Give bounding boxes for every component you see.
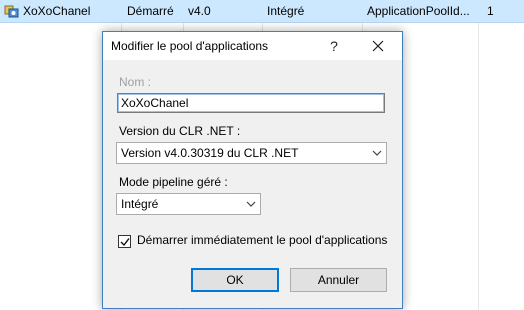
pool-pipeline-cell: Intégré bbox=[267, 4, 305, 18]
chevron-down-icon bbox=[372, 150, 382, 156]
pool-apps-count-cell: 1 bbox=[487, 4, 494, 18]
dialog-titlebar[interactable]: Modifier le pool d'applications ? bbox=[103, 32, 402, 60]
cancel-button[interactable]: Annuler bbox=[290, 268, 387, 292]
help-button[interactable]: ? bbox=[312, 32, 356, 60]
pipeline-mode-label: Mode pipeline géré : bbox=[119, 175, 228, 189]
name-field[interactable]: XoXoChanel bbox=[117, 93, 385, 113]
clr-version-value: Version v4.0.30319 du CLR .NET bbox=[121, 146, 299, 160]
start-immediately-label[interactable]: Démarrer immédiatement le pool d'applica… bbox=[137, 233, 387, 247]
chevron-down-icon bbox=[246, 201, 256, 207]
pool-name-cell: XoXoChanel bbox=[23, 4, 91, 18]
ok-button[interactable]: OK bbox=[191, 268, 279, 292]
close-icon bbox=[372, 40, 384, 52]
name-label: Nom : bbox=[119, 75, 152, 89]
close-button[interactable] bbox=[356, 32, 400, 60]
pool-status-cell: Démarré bbox=[127, 4, 174, 18]
checkmark-icon bbox=[120, 238, 130, 247]
dialog-title: Modifier le pool d'applications bbox=[111, 39, 269, 53]
clr-version-label: Version du CLR .NET : bbox=[119, 124, 241, 138]
edit-application-pool-dialog: Modifier le pool d'applications ? Nom : … bbox=[102, 31, 403, 309]
clr-version-select[interactable]: Version v4.0.30319 du CLR .NET bbox=[116, 142, 387, 164]
pipeline-mode-value: Intégré bbox=[121, 197, 159, 211]
pool-identity-cell: ApplicationPoolId... bbox=[367, 4, 470, 18]
pool-clr-cell: v4.0 bbox=[188, 4, 211, 18]
application-pool-row[interactable]: XoXoChanel Démarré v4.0 Intégré Applicat… bbox=[0, 0, 524, 23]
pipeline-mode-select[interactable]: Intégré bbox=[116, 193, 261, 215]
application-pool-icon bbox=[4, 3, 20, 19]
column-divider bbox=[478, 0, 479, 310]
start-immediately-checkbox[interactable] bbox=[118, 235, 131, 248]
